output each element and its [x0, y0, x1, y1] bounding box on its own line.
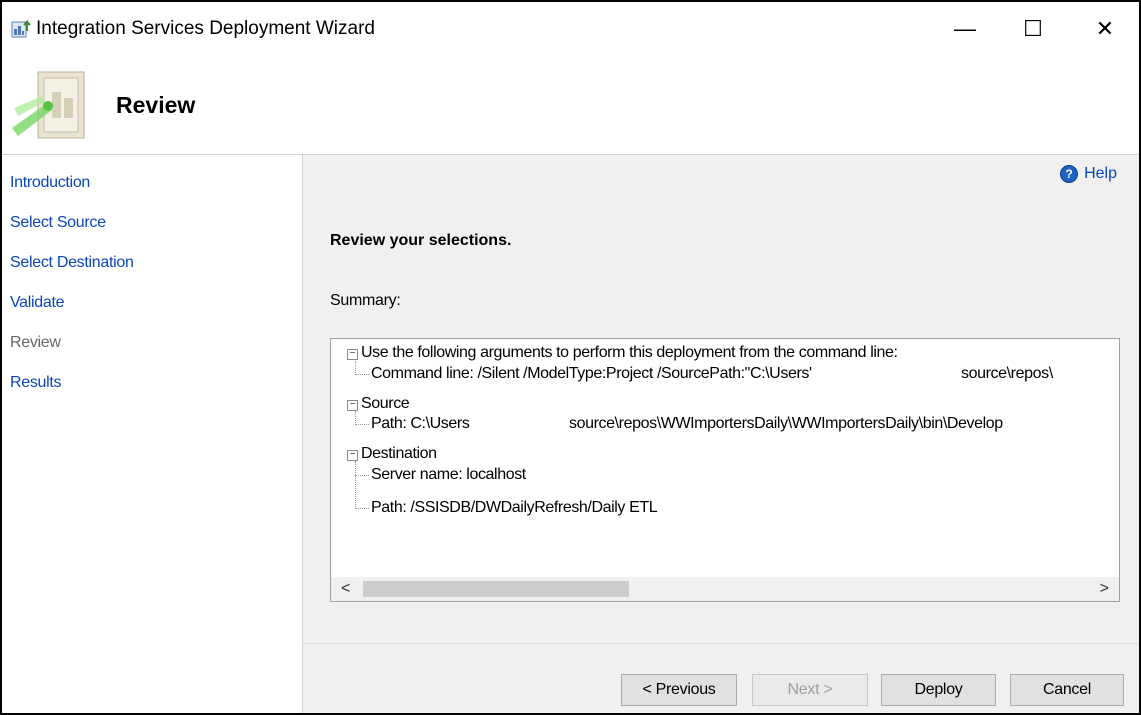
- tree-node-server-name[interactable]: Server name: localhost: [371, 466, 526, 484]
- wizard-app-icon: [11, 19, 33, 39]
- window-title: Integration Services Deployment Wizard: [36, 18, 375, 39]
- help-link[interactable]: ? Help: [1060, 165, 1117, 183]
- nav-item-validate[interactable]: Validate: [10, 294, 65, 312]
- tree-node-label: Path: /SSISDB/DWDailyRefresh/Daily ETL: [371, 499, 658, 516]
- tree-connector: [355, 411, 356, 425]
- tree-node-command-line[interactable]: Command line: /Silent /ModelType:Project…: [371, 365, 812, 383]
- scroll-left-icon[interactable]: <: [341, 580, 350, 598]
- tree-connector: [355, 374, 369, 375]
- title-bar: Integration Services Deployment Wizard —…: [2, 2, 1139, 56]
- tree-connector: [355, 508, 369, 509]
- summary-tree[interactable]: − Use the following arguments to perform…: [330, 338, 1120, 602]
- tree-node-command-line-tail: source\repos\: [961, 365, 1053, 382]
- nav-item-select-destination[interactable]: Select Destination: [10, 254, 134, 272]
- tree-node-label: Use the following arguments to perform t…: [361, 344, 898, 361]
- maximize-icon: ☐: [1023, 16, 1043, 41]
- wizard-navigation: Introduction Select Source Select Destin…: [2, 155, 303, 713]
- nav-item-results[interactable]: Results: [10, 374, 62, 392]
- close-icon: ✕: [1095, 16, 1115, 41]
- scrollbar-thumb[interactable]: [363, 581, 629, 597]
- tree-node-source-path-tail: source\repos\WWImportersDaily\WWImporter…: [569, 415, 1003, 432]
- page-title: Review: [116, 92, 196, 118]
- tree-node-label: Path: C:\Users: [371, 415, 470, 432]
- wizard-header: Review: [2, 56, 1139, 155]
- wizard-banner-image: [12, 68, 90, 146]
- help-icon: ?: [1060, 165, 1079, 183]
- nav-item-introduction[interactable]: Introduction: [10, 174, 90, 192]
- tree-node-label: Command line: /Silent /ModelType:Project…: [371, 365, 812, 382]
- tree-node-source[interactable]: Source: [361, 395, 410, 413]
- nav-item-select-source[interactable]: Select Source: [10, 214, 106, 232]
- collapse-icon[interactable]: −: [347, 400, 358, 411]
- tree-node-arguments[interactable]: Use the following arguments to perform t…: [361, 344, 898, 362]
- summary-label: Summary:: [330, 292, 401, 309]
- tree-node-destination[interactable]: Destination: [361, 445, 437, 463]
- deploy-button[interactable]: Deploy: [881, 674, 996, 706]
- tree-connector: [355, 424, 369, 425]
- tree-node-label: Server name: localhost: [371, 466, 526, 483]
- scroll-right-icon[interactable]: >: [1100, 580, 1109, 598]
- tree-node-source-path[interactable]: Path: C:\Users: [371, 415, 470, 433]
- collapse-icon[interactable]: −: [347, 450, 358, 461]
- wizard-window: Integration Services Deployment Wizard —…: [2, 2, 1139, 713]
- cancel-button[interactable]: Cancel: [1010, 674, 1124, 706]
- minimize-icon: —: [954, 16, 976, 41]
- help-label: Help: [1084, 165, 1117, 182]
- minimize-button[interactable]: —: [942, 10, 988, 48]
- maximize-button[interactable]: ☐: [1010, 10, 1056, 48]
- tree-node-destination-path[interactable]: Path: /SSISDB/DWDailyRefresh/Daily ETL: [371, 499, 658, 517]
- previous-button[interactable]: < Previous: [621, 674, 737, 706]
- close-button[interactable]: ✕: [1082, 10, 1128, 48]
- content-panel: ? Help Review your selections. Summary: …: [303, 155, 1139, 643]
- tree-connector: [355, 475, 369, 476]
- tree-connector: [355, 361, 356, 375]
- horizontal-scrollbar[interactable]: < >: [331, 577, 1119, 601]
- tree-node-label: Destination: [361, 445, 437, 462]
- collapse-icon[interactable]: −: [347, 349, 358, 360]
- tree-node-label: Source: [361, 395, 410, 412]
- page-heading: Review your selections.: [330, 232, 512, 249]
- button-bar: < Previous Next > Deploy Cancel: [303, 643, 1139, 713]
- redaction-mask: [929, 365, 959, 385]
- next-button[interactable]: Next >: [752, 674, 868, 706]
- nav-item-review: Review: [10, 334, 61, 351]
- tree-connector: [355, 461, 356, 509]
